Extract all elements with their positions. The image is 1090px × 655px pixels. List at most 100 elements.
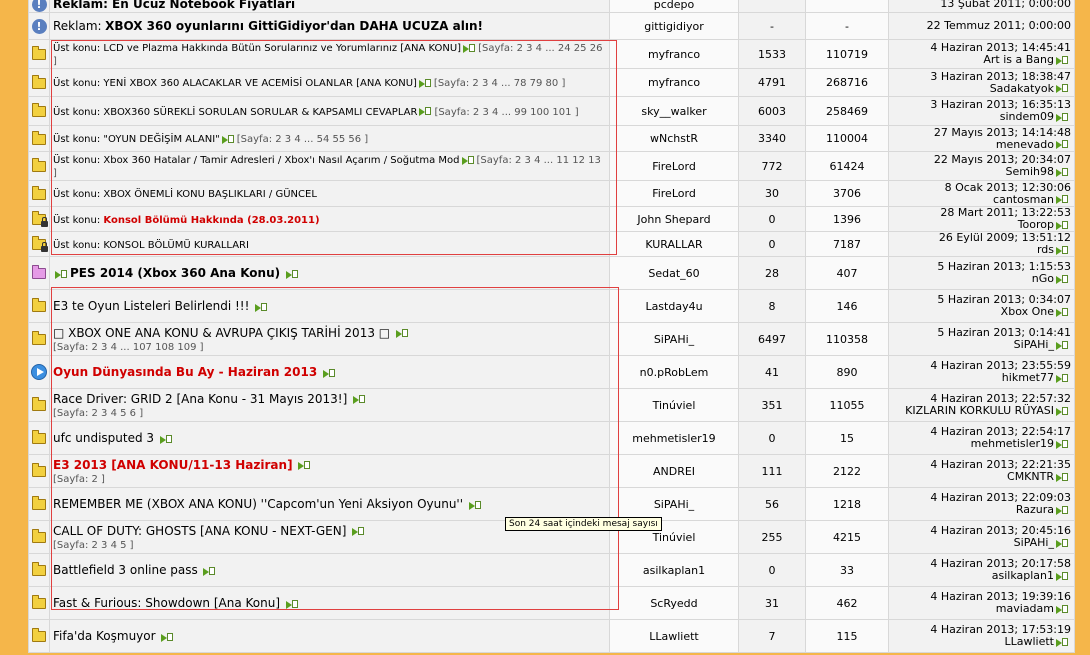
thread-author[interactable]: pcdepo (609, 0, 739, 13)
page-links[interactable]: [Sayfa: 2 3 4 5 6 ] (53, 408, 143, 419)
reply-count[interactable]: 1533 (738, 39, 806, 69)
table-row[interactable]: Üst konu: LCD ve Plazma Hakkında Bütün S… (28, 39, 1075, 69)
go-to-last-post-icon[interactable] (1056, 112, 1069, 122)
go-to-last-post-icon[interactable] (1056, 637, 1069, 647)
go-to-last-post-icon[interactable] (418, 78, 432, 88)
table-row[interactable]: Üst konu: XBOX ÖNEMLİ KONU BAŞLIKLARI / … (28, 180, 1075, 207)
page-links[interactable]: [Sayfa: 2 3 4 ... 99 100 101 ] (434, 107, 578, 118)
table-row[interactable]: Üst konu: XBOX360 SÜREKLİ SORULAN SORULA… (28, 96, 1075, 126)
go-to-last-post-icon[interactable] (1056, 220, 1069, 230)
go-to-last-post-icon[interactable] (221, 134, 235, 144)
thread-author[interactable]: mehmetisler19 (609, 421, 739, 455)
table-row[interactable]: Fast & Furious: Showdown [Ana Konu] ScRy… (28, 586, 1075, 620)
reply-count[interactable]: 7 (738, 619, 806, 653)
go-to-last-post-icon[interactable] (1056, 55, 1069, 65)
last-poster-link[interactable]: hikmet77 (1002, 371, 1054, 384)
thread-title-link[interactable]: Race Driver: GRID 2 [Ana Konu - 31 Mayıs… (53, 392, 347, 406)
table-row[interactable]: Üst konu: KONSOL BÖLÜMÜ KURALLARI KURALLA… (28, 231, 1075, 257)
go-to-last-post-icon[interactable] (463, 43, 476, 53)
thread-title-link[interactable]: E3 2013 [ANA KONU/11-13 Haziran] (53, 458, 293, 472)
reply-count[interactable]: 0 (738, 206, 806, 232)
last-poster-link[interactable]: LLawliett (1005, 635, 1055, 648)
reply-count[interactable]: 30 (738, 180, 806, 207)
reply-count[interactable]: 41 (738, 355, 806, 389)
table-row[interactable]: Oyun Dünyasında Bu Ay - Haziran 2013 n0.… (28, 355, 1075, 389)
go-to-last-post-icon[interactable] (1056, 505, 1069, 515)
thread-author[interactable]: myfranco (609, 39, 739, 69)
reply-count[interactable]: 0 (738, 231, 806, 257)
go-to-last-post-icon[interactable] (1056, 195, 1069, 204)
last-poster-link[interactable]: KIZLARIN KORKULU RÜYASI (905, 404, 1054, 417)
last-poster-link[interactable]: Sadakatyok (990, 82, 1054, 95)
thread-title-link[interactable]: Oyun Dünyasında Bu Ay - Haziran 2013 (53, 365, 317, 379)
last-poster-link[interactable]: mehmetisler19 (971, 437, 1054, 450)
go-to-last-post-icon[interactable] (322, 368, 336, 378)
table-row[interactable]: Üst konu: Konsol Bölümü Hakkında (28.03.… (28, 206, 1075, 232)
go-to-last-post-icon[interactable] (298, 461, 311, 470)
last-poster-link[interactable]: menevado (996, 138, 1054, 151)
thread-author[interactable]: gittigidiyor (609, 12, 739, 40)
reply-count[interactable]: - (738, 12, 806, 40)
thread-title-link[interactable]: CALL OF DUTY: GHOSTS [ANA KONU - NEXT-GE… (53, 524, 346, 538)
reply-count[interactable]: 28 (738, 256, 806, 290)
reply-count[interactable]: 255 (738, 520, 806, 554)
go-to-last-post-icon[interactable] (1056, 340, 1069, 350)
last-poster-link[interactable]: CMKNTR (1007, 470, 1054, 483)
go-to-last-post-icon[interactable] (1056, 140, 1069, 149)
reply-count[interactable]: 772 (738, 151, 806, 181)
thread-author[interactable]: Sedat_60 (609, 256, 739, 290)
go-to-last-post-icon[interactable] (1056, 604, 1069, 614)
go-to-last-post-icon[interactable] (285, 599, 299, 609)
thread-title-link[interactable]: Konsol Bölümü Hakkında (28.03.2011) (103, 215, 319, 226)
last-poster-link[interactable]: maviadam (996, 602, 1054, 615)
last-poster-link[interactable]: cantosman (993, 193, 1054, 206)
last-poster-link[interactable]: rds (1037, 243, 1054, 256)
last-poster-link[interactable]: Art is a Bang (983, 53, 1054, 66)
reply-count[interactable] (738, 0, 806, 13)
thread-title-link[interactable]: ufc undisputed 3 (53, 431, 154, 445)
thread-author[interactable]: sky__walker (609, 96, 739, 126)
thread-author[interactable]: SiPAHi_ (609, 322, 739, 356)
thread-author[interactable]: SiPAHi_ (609, 487, 739, 521)
reply-count[interactable]: 6003 (738, 96, 806, 126)
thread-author[interactable]: ANDREI (609, 454, 739, 488)
go-to-last-post-icon[interactable] (419, 107, 432, 116)
table-row[interactable]: Üst konu: YENİ XBOX 360 ALACAKLAR VE ACE… (28, 68, 1075, 97)
thread-title-link[interactable]: YENİ XBOX 360 ALACAKLAR VE ACEMİSİ OLANL… (103, 78, 417, 89)
table-row[interactable]: Race Driver: GRID 2 [Ana Konu - 31 Mayıs… (28, 388, 1075, 422)
thread-title-link[interactable]: KONSOL BÖLÜMÜ KURALLARI (103, 240, 249, 251)
ad-title[interactable]: Reklam: En Ucuz Notebook Fiyatları (53, 0, 295, 11)
go-to-last-post-icon[interactable] (285, 269, 299, 279)
thread-author[interactable]: ScRyedd (609, 586, 739, 620)
go-to-last-post-icon[interactable] (461, 155, 475, 165)
reply-count[interactable]: 3340 (738, 125, 806, 152)
table-row[interactable]: ! Reklam: En Ucuz Notebook Fiyatları pcdep… (28, 0, 1075, 13)
last-poster-link[interactable]: nGo (1032, 272, 1054, 285)
table-row[interactable]: Üst konu: "OYUN DEĞİŞİM ALANI" [Sayfa: 2 … (28, 125, 1075, 152)
thread-author[interactable]: myfranco (609, 68, 739, 97)
reply-count[interactable]: 56 (738, 487, 806, 521)
thread-author[interactable]: John Shepard (609, 206, 739, 232)
thread-title-link[interactable]: Fifa'da Koşmuyor (53, 629, 156, 643)
thread-title-link[interactable]: Battlefield 3 online pass (53, 563, 198, 577)
go-to-last-post-icon[interactable] (203, 566, 216, 576)
last-poster-link[interactable]: Semih98 (1006, 165, 1055, 178)
table-row[interactable]: □ XBOX ONE ANA KONU & AVRUPA ÇIKIŞ TARİH… (28, 322, 1075, 356)
go-to-last-post-icon[interactable] (1056, 373, 1069, 383)
go-to-last-post-icon[interactable] (1056, 571, 1069, 581)
reply-count[interactable]: 6497 (738, 322, 806, 356)
ad-title[interactable]: XBOX 360 oyunlarını GittiGidiyor'dan DAH… (105, 19, 483, 33)
thread-author[interactable]: Lastday4u (609, 289, 739, 323)
thread-title-link[interactable]: "OYUN DEĞİŞİM ALANI" (103, 134, 219, 145)
last-poster-link[interactable]: Razura (1016, 503, 1054, 516)
table-row[interactable]: ufc undisputed 3 mehmetisler19 0 15 4 Hazir… (28, 421, 1075, 455)
table-row[interactable]: Üst konu: Xbox 360 Hatalar / Tamir Adres… (28, 151, 1075, 181)
thread-title-link[interactable]: XBOX360 SÜREKLİ SORULAN SORULAR & KAPSAM… (103, 107, 417, 118)
thread-author[interactable]: n0.pRobLem (609, 355, 739, 389)
page-links[interactable]: [Sayfa: 2 3 4 ... 54 55 56 ] (237, 134, 368, 145)
thread-title-link[interactable]: PES 2014 (Xbox 360 Ana Konu) (70, 266, 280, 280)
table-row[interactable]: Battlefield 3 online pass asilkaplan1 0 33… (28, 553, 1075, 587)
table-row[interactable]: PES 2014 (Xbox 360 Ana Konu) Sedat_60 28 4… (28, 256, 1075, 290)
last-poster-link[interactable]: sindem09 (1000, 110, 1054, 123)
thread-title-link[interactable]: XBOX ÖNEMLİ KONU BAŞLIKLARI / GÜNCEL (103, 189, 316, 200)
